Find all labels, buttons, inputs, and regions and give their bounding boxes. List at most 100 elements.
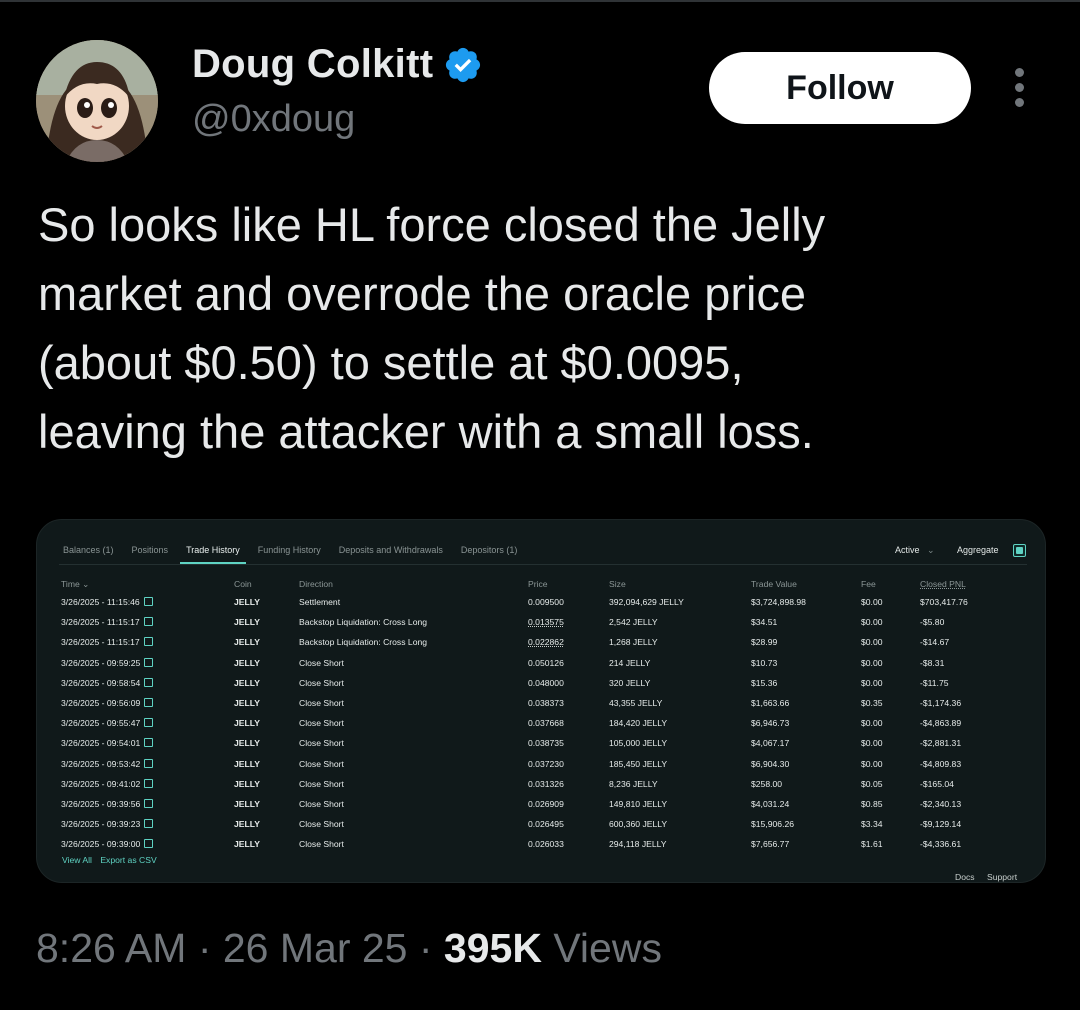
cell-size: 184,420 JELLY: [609, 718, 668, 729]
tweet-date[interactable]: 26 Mar 25: [223, 925, 408, 971]
cell-value: $15.36: [751, 677, 778, 688]
cell-value: $7,656.77: [751, 839, 790, 850]
cell-time[interactable]: 3/26/2025 - 09:55:47: [61, 713, 234, 733]
cell-pnl: -$8.31: [920, 657, 945, 668]
cell-fee: $0.00: [861, 637, 883, 648]
active-filter[interactable]: Active ⌄: [895, 545, 935, 556]
table-row: 3/26/2025 - 09:55:47 JELLY Close Short 0.03…: [61, 713, 1020, 733]
external-link-icon[interactable]: [144, 758, 154, 768]
cell-dir: Close Short: [299, 758, 344, 769]
external-link-icon[interactable]: [144, 839, 154, 849]
verified-badge-icon: [446, 47, 481, 82]
cell-value: $4,067.17: [751, 738, 790, 749]
cell-time[interactable]: 3/26/2025 - 11:15:46: [61, 592, 234, 612]
tab-funding-history[interactable]: Funding History: [258, 545, 321, 555]
cell-pnl: -$5.80: [920, 617, 945, 628]
external-link-icon[interactable]: [144, 677, 154, 687]
external-link-icon[interactable]: [143, 617, 153, 627]
cell-fee: $0.00: [861, 738, 883, 749]
tweet-time[interactable]: 8:26 AM: [36, 925, 186, 971]
cell-size: 8,236 JELLY: [609, 778, 658, 789]
cell-coin: JELLY: [234, 698, 260, 709]
cell-pnl: $703,417.76: [920, 597, 968, 608]
external-link-icon[interactable]: [144, 698, 154, 708]
author-name-row: Doug Colkitt: [192, 42, 483, 87]
author-name[interactable]: Doug Colkitt: [192, 42, 433, 87]
support-link[interactable]: Support: [987, 872, 1017, 882]
table-header: Time ⌄ Coin Direction Price Size Trade V…: [61, 576, 1020, 592]
tab-trade-history[interactable]: Trade History: [180, 545, 246, 564]
cell-time[interactable]: 3/26/2025 - 09:39:56: [61, 794, 234, 814]
external-link-icon[interactable]: [143, 637, 153, 647]
external-link-icon[interactable]: [144, 778, 154, 788]
chevron-down-icon: ⌄: [922, 545, 935, 555]
cell-time[interactable]: 3/26/2025 - 09:58:54: [61, 673, 234, 693]
cell-time[interactable]: 3/26/2025 - 11:15:17: [61, 612, 234, 632]
col-direction: Direction: [299, 579, 333, 589]
view-all-link[interactable]: View All: [62, 855, 92, 865]
external-link-icon[interactable]: [144, 819, 154, 829]
table-footer-links: View All Export as CSV: [62, 855, 163, 865]
meta-separator: ·: [407, 925, 444, 971]
cell-price: 0.050126: [528, 657, 564, 668]
cell-time[interactable]: 3/26/2025 - 09:54:01: [61, 733, 234, 753]
external-link-icon[interactable]: [143, 597, 153, 607]
trade-tabs: Balances (1) Positions Trade History Fun…: [63, 545, 535, 564]
author-handle[interactable]: @0xdoug: [192, 98, 355, 141]
cell-price: 0.026033: [528, 839, 564, 850]
cell-time[interactable]: 3/26/2025 - 09:39:23: [61, 814, 234, 834]
tab-deposits-withdrawals[interactable]: Deposits and Withdrawals: [339, 545, 443, 555]
follow-button[interactable]: Follow: [709, 52, 971, 124]
cell-fee: $0.85: [861, 798, 883, 809]
external-link-icon[interactable]: [144, 718, 154, 728]
cell-time[interactable]: 3/26/2025 - 09:39:00: [61, 834, 234, 854]
cell-fee: $0.00: [861, 758, 883, 769]
cell-coin: JELLY: [234, 597, 260, 608]
cell-time[interactable]: 3/26/2025 - 09:56:09: [61, 693, 234, 713]
cell-pnl: -$11.75: [920, 677, 949, 688]
tab-balances[interactable]: Balances (1): [63, 545, 114, 555]
tab-positions[interactable]: Positions: [132, 545, 169, 555]
table-row: 3/26/2025 - 11:15:17 JELLY Backstop Liquid…: [61, 612, 1020, 632]
cell-pnl: -$14.67: [920, 637, 950, 648]
cell-size: 214 JELLY: [609, 657, 651, 668]
cell-size: 2,542 JELLY: [609, 617, 658, 628]
external-link-icon[interactable]: [144, 798, 154, 808]
meta-separator: ·: [186, 925, 223, 971]
cell-value: $3,724,898.98: [751, 597, 806, 608]
cell-fee: $0.00: [861, 597, 883, 608]
docs-link[interactable]: Docs: [955, 872, 975, 882]
cell-size: 392,094,629 JELLY: [609, 597, 684, 608]
table-row: 3/26/2025 - 09:41:02 JELLY Close Short 0.03…: [61, 774, 1020, 794]
more-options-icon[interactable]: [1008, 66, 1032, 110]
col-closed-pnl: Closed PNL: [920, 579, 966, 589]
cell-size: 600,360 JELLY: [609, 819, 668, 830]
table-row: 3/26/2025 - 09:58:54 JELLY Close Short 0.04…: [61, 673, 1020, 693]
export-csv-link[interactable]: Export as CSV: [100, 855, 156, 865]
cell-time[interactable]: 3/26/2025 - 11:15:17: [61, 632, 234, 652]
trade-history-table: Time ⌄ Coin Direction Price Size Trade V…: [61, 576, 1020, 854]
aggregate-checkbox[interactable]: [1013, 544, 1026, 557]
cell-time[interactable]: 3/26/2025 - 09:53:42: [61, 754, 234, 774]
cell-time[interactable]: 3/26/2025 - 09:59:25: [61, 653, 234, 673]
cell-fee: $0.00: [861, 677, 883, 688]
cell-size: 185,450 JELLY: [609, 758, 668, 769]
col-fee: Fee: [861, 579, 876, 589]
cell-fee: $0.35: [861, 698, 883, 709]
avatar[interactable]: [36, 40, 158, 162]
external-link-icon[interactable]: [144, 657, 154, 667]
cell-coin: JELLY: [234, 677, 260, 688]
tweet-media-image[interactable]: Balances (1) Positions Trade History Fun…: [36, 519, 1046, 883]
cell-coin: JELLY: [234, 617, 260, 628]
col-time[interactable]: Time ⌄: [61, 576, 234, 592]
cell-size: 105,000 JELLY: [609, 738, 668, 749]
cell-value: $15,906.26: [751, 819, 795, 830]
cell-pnl: -$2,881.31: [920, 738, 962, 749]
tab-depositors[interactable]: Depositors (1): [461, 545, 518, 555]
cell-coin: JELLY: [234, 839, 260, 850]
external-link-icon[interactable]: [144, 738, 154, 748]
cell-size: 320 JELLY: [609, 677, 651, 688]
cell-coin: JELLY: [234, 758, 260, 769]
cell-pnl: -$4,863.89: [920, 718, 962, 729]
cell-time[interactable]: 3/26/2025 - 09:41:02: [61, 774, 234, 794]
